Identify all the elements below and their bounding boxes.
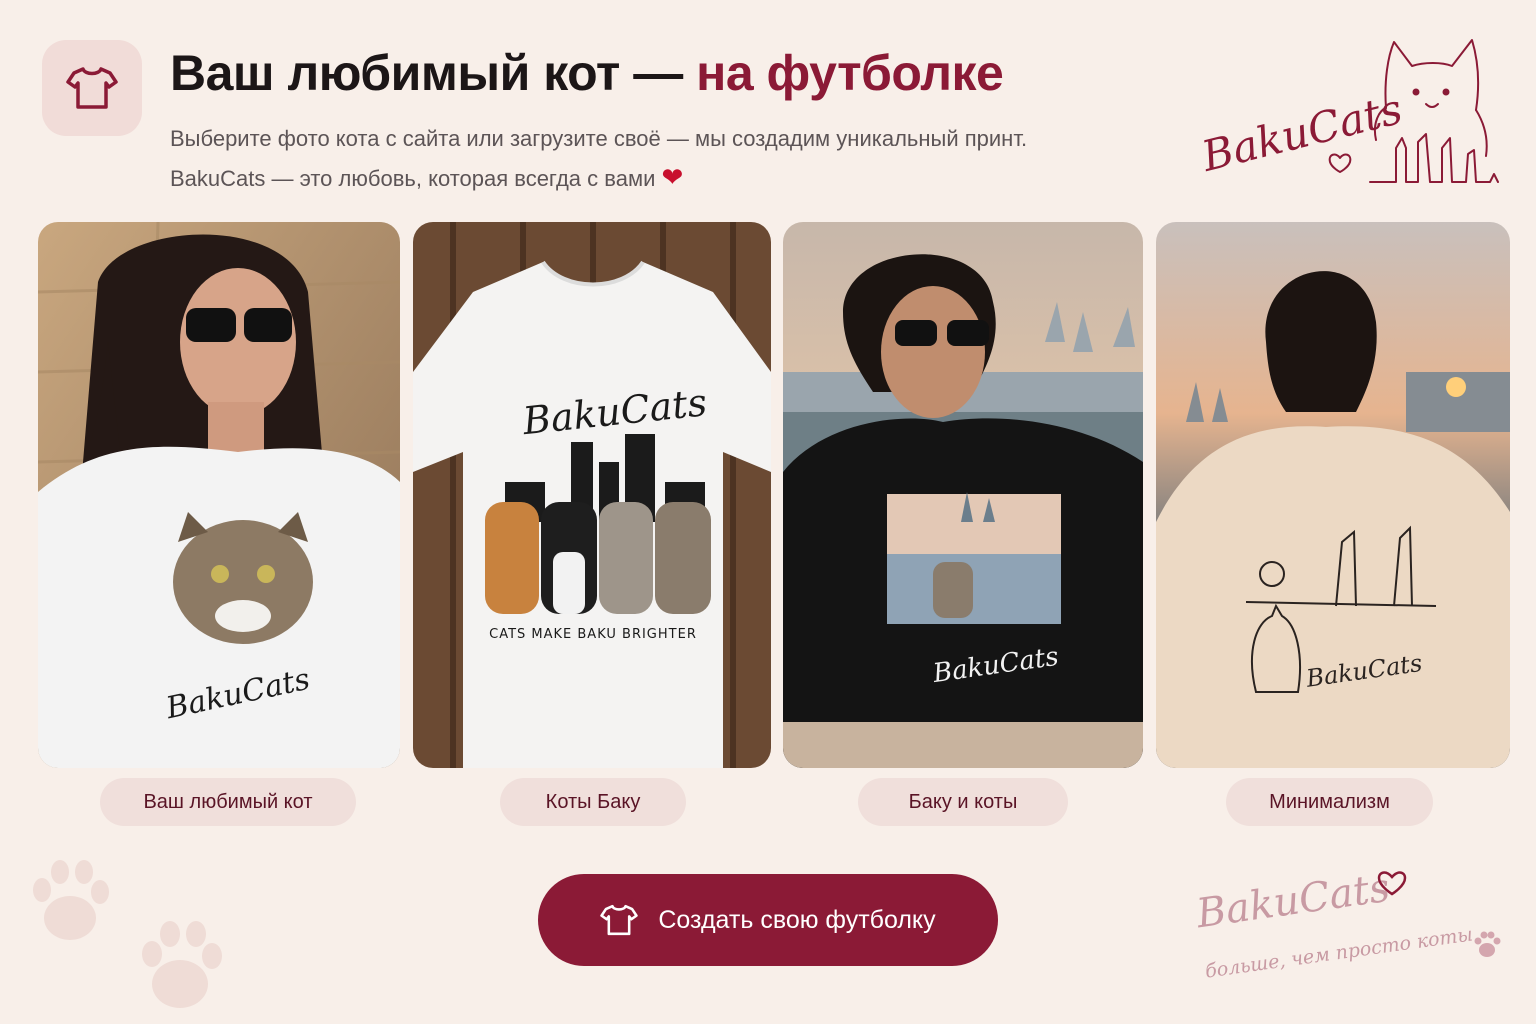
paw-prints-decoration	[20, 850, 260, 1024]
tshirt-icon	[66, 67, 118, 109]
card2-print-caption: CATS MAKE BAKU BRIGHTER	[489, 627, 697, 642]
bakucats-logo: BakuCats	[1190, 30, 1510, 200]
design-card-minimalism[interactable]: BakuCats	[1156, 222, 1510, 768]
subtitle-line-1: Выберите фото кота с сайта или загрузите…	[170, 126, 1028, 151]
title-accent: на футболке	[696, 45, 1004, 101]
title-main: Ваш любимый кот —	[170, 45, 697, 101]
page-subtitle: Выберите фото кота с сайта или загрузите…	[170, 120, 1160, 198]
signature-tagline: больше, чем просто коты	[1203, 923, 1475, 983]
cat-skyline-logo-icon	[1328, 39, 1499, 183]
design-gallery: BakuCats BakuCats CATS MAKE BAKU BRIGHTE…	[0, 222, 1536, 772]
signature-brand: BakuCats	[1193, 864, 1393, 938]
paw-icon	[142, 921, 222, 1008]
design-card-baku-and-cats[interactable]: BakuCats	[783, 222, 1143, 768]
design-card-baku-cats[interactable]: BakuCats CATS MAKE BAKU BRIGHTER	[413, 222, 771, 768]
create-tshirt-button[interactable]: Создать свою футболку	[538, 874, 998, 966]
heart-icon: ❤	[661, 162, 684, 192]
design-card-favorite-cat[interactable]: BakuCats	[38, 222, 400, 768]
paw-icon	[1474, 931, 1501, 957]
style-chip-baku-and-cats[interactable]: Баку и коты	[858, 778, 1068, 826]
brand-signature: BakuCats больше, чем просто коты	[1190, 860, 1520, 1000]
paw-icon	[33, 860, 109, 940]
tshirt-icon	[600, 904, 639, 936]
page-title: Ваш любимый кот — на футболке	[170, 44, 1004, 102]
style-chip-baku-cats[interactable]: Коты Баку	[500, 778, 686, 826]
subtitle-line-2: BakuCats — это любовь, которая всегда с …	[170, 162, 684, 192]
header-tshirt-badge	[42, 40, 142, 136]
style-chip-favorite-cat[interactable]: Ваш любимый кот	[100, 778, 356, 826]
style-chip-minimalism[interactable]: Минимализм	[1226, 778, 1433, 826]
heart-outline-icon	[1377, 871, 1407, 896]
create-tshirt-label: Создать свою футболку	[658, 905, 936, 934]
